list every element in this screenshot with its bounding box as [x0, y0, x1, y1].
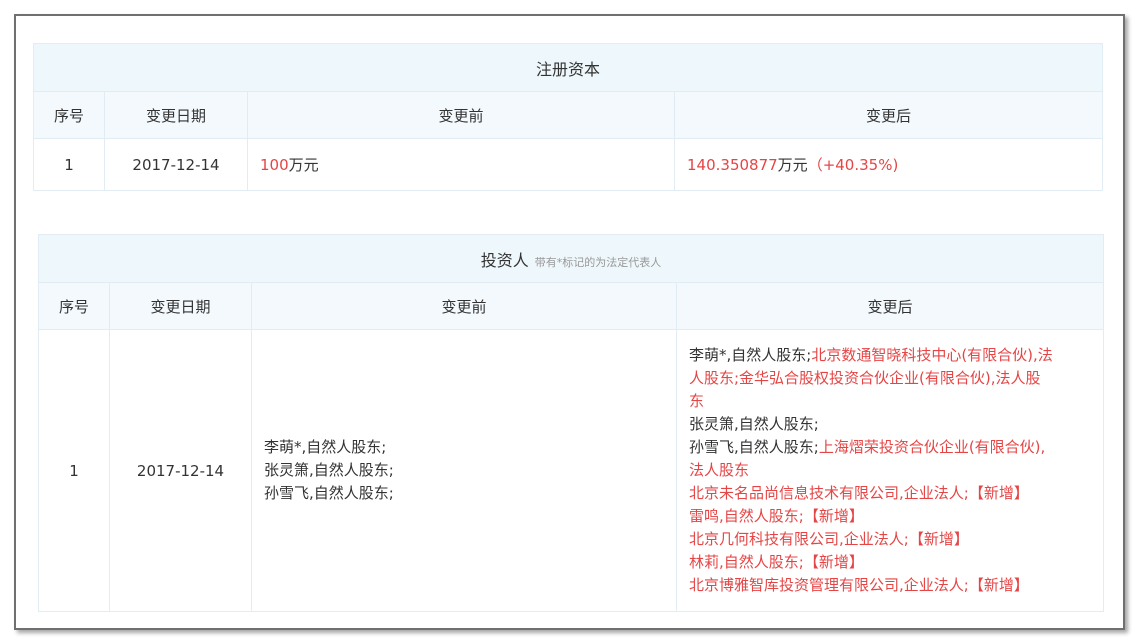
shareholder-text-new: 上海熠荣投资合伙企业(有限合伙),	[818, 438, 1046, 456]
row-after: 李萌*,自然人股东;北京数通智晓科技中心(有限合伙),法 人股东;金华弘合股权投…	[675, 329, 1105, 612]
list-item: 北京博雅智库投资管理有限公司,企业法人;【新增】	[689, 576, 1029, 594]
list-item: 人股东;金华弘合股权投资合伙企业(有限合伙),法人股	[689, 369, 1041, 387]
registered-capital-table: 注册资本 序号 变更日期 变更前 变更后 1 2017-12-14 100万元 …	[32, 43, 1104, 191]
list-item: 法人股东	[689, 461, 750, 479]
row-after: 140.350877万元（+40.35%)	[673, 138, 1104, 191]
table-row: 1 2017-12-14 100万元 140.350877万元（+40.35%)	[33, 138, 1104, 191]
list-item: 北京未名品尚信息技术有限公司,企业法人;【新增】	[689, 484, 1029, 502]
col-header-after: 变更后	[675, 282, 1105, 330]
col-header-before: 变更前	[251, 282, 677, 330]
list-item: 雷鸣,自然人股东;【新增】	[689, 507, 864, 525]
col-header-after: 变更后	[673, 91, 1104, 139]
list-item: 孙雪飞,自然人股东;	[264, 484, 394, 502]
row-before: 李萌*,自然人股东; 张灵箫,自然人股东; 孙雪飞,自然人股东;	[251, 329, 677, 612]
list-item: 东	[689, 392, 705, 410]
legal-rep-note: 带有*标记的为法定代表人	[534, 255, 662, 269]
col-header-before: 变更前	[247, 91, 675, 139]
investors-table: 投资人 带有*标记的为法定代表人 序号 变更日期 变更前 变更后 1 2017-1…	[37, 234, 1105, 612]
row-date: 2017-12-14	[104, 138, 248, 191]
list-item: 林莉,自然人股东;【新增】	[689, 553, 864, 571]
investors-title-cell: 投资人 带有*标记的为法定代表人	[37, 234, 1105, 283]
before-amount: 100	[260, 156, 289, 174]
after-unit: 万元	[777, 156, 808, 174]
col-header-date: 变更日期	[104, 91, 248, 139]
shareholder-text-new: 北京数通智晓科技中心(有限合伙),法	[811, 346, 1053, 364]
list-item: 李萌*,自然人股东;北京数通智晓科技中心(有限合伙),法	[689, 344, 1091, 367]
content-frame: 注册资本 序号 变更日期 变更前 变更后 1 2017-12-14 100万元 …	[14, 14, 1125, 630]
shareholder-text: 孙雪飞,自然人股东;	[689, 438, 819, 456]
table-header-row: 序号 变更日期 变更前 变更后	[33, 91, 1104, 139]
table-title-row: 投资人 带有*标记的为法定代表人	[37, 234, 1105, 283]
list-item: 孙雪飞,自然人股东;上海熠荣投资合伙企业(有限合伙),	[689, 436, 1091, 459]
col-header-index: 序号	[38, 282, 110, 330]
list-item: 北京几何科技有限公司,企业法人;【新增】	[689, 530, 969, 548]
after-amount: 140.350877	[687, 156, 778, 174]
row-index: 1	[38, 329, 110, 612]
row-date: 2017-12-14	[109, 329, 252, 612]
list-item: 李萌*,自然人股东;	[264, 438, 387, 456]
after-change-percent: （+40.35%)	[807, 156, 899, 174]
before-unit: 万元	[288, 156, 319, 174]
list-item: 张灵箫,自然人股东;	[689, 415, 819, 433]
table-header-row: 序号 变更日期 变更前 变更后	[38, 282, 1105, 330]
registered-capital-title: 注册资本	[32, 43, 1104, 92]
table-title-row: 注册资本	[32, 43, 1104, 92]
investors-title: 投资人	[480, 250, 529, 270]
col-header-index: 序号	[33, 91, 105, 139]
col-header-date: 变更日期	[109, 282, 252, 330]
list-item: 张灵箫,自然人股东;	[264, 461, 394, 479]
table-row: 1 2017-12-14 李萌*,自然人股东; 张灵箫,自然人股东; 孙雪飞,自…	[38, 329, 1105, 612]
shareholder-text: 李萌*,自然人股东;	[689, 346, 812, 364]
row-before: 100万元	[247, 138, 675, 191]
row-index: 1	[33, 138, 105, 191]
